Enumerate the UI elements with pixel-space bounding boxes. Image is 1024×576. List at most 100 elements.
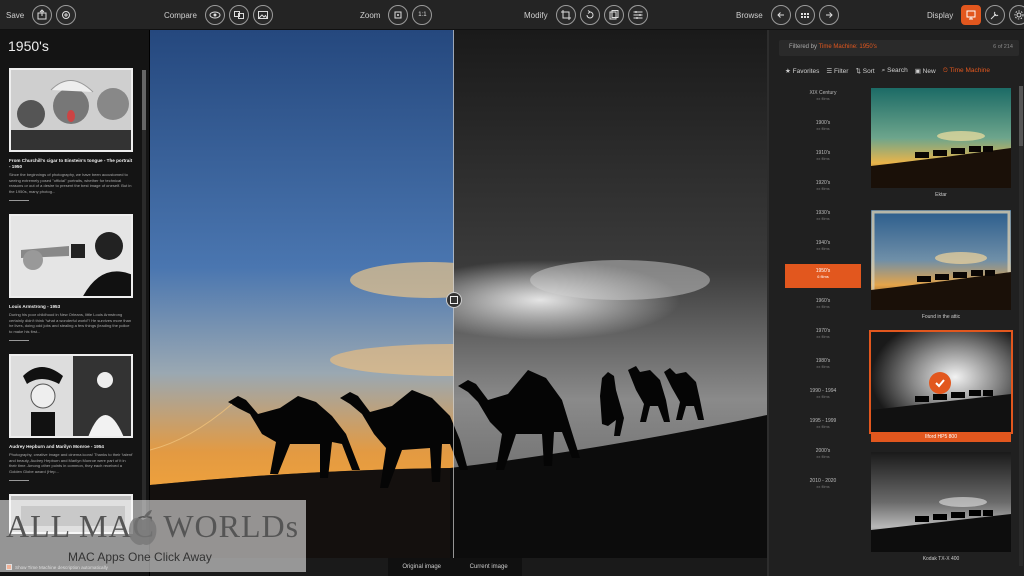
decade-name: 2010 - 2020 xyxy=(809,478,837,484)
decade-item[interactable]: 1990 - 1994 xx films xyxy=(785,384,861,408)
decade-count: xx films xyxy=(816,96,830,101)
story-caption: Louis Armstrong - 1953 xyxy=(9,304,61,309)
decade-item[interactable]: XIX Century xx films xyxy=(785,86,861,110)
preset-thumbnail[interactable]: Found in the attic xyxy=(871,210,1011,320)
new-label: New xyxy=(922,68,936,75)
decade-name: 1930's xyxy=(815,210,831,216)
adjust-button[interactable] xyxy=(627,5,648,25)
time-machine-panel: 1950's From Churchill's cigar to Einstei… xyxy=(0,30,150,576)
decade-count: xx films xyxy=(816,454,830,459)
save-export-button[interactable] xyxy=(32,5,53,25)
compare-split-handle[interactable] xyxy=(446,292,462,308)
sort-label: Sort xyxy=(862,68,875,75)
eye-icon xyxy=(209,11,221,19)
new-button[interactable]: ▣ New xyxy=(915,67,936,75)
decade-item-selected[interactable]: 1950's 6 films xyxy=(785,264,861,288)
image-icon xyxy=(257,11,268,19)
arrow-right-icon xyxy=(825,12,833,18)
copy-settings-button[interactable] xyxy=(603,5,624,25)
decade-item[interactable]: 2000's xx films xyxy=(785,444,861,468)
time-machine-button[interactable]: ⏲ Time Machine xyxy=(943,67,990,75)
decade-name: XIX Century xyxy=(809,90,837,96)
decade-item[interactable]: 1995 - 1999 xx films xyxy=(785,414,861,438)
decade-item[interactable]: 1980's xx films xyxy=(785,354,861,378)
zoom-fit-button[interactable] xyxy=(388,5,409,25)
rotate-button[interactable] xyxy=(579,5,600,25)
decade-name: 1995 - 1999 xyxy=(809,418,837,424)
previous-image-button[interactable] xyxy=(770,5,791,25)
favorites-label: Favorites xyxy=(792,68,820,75)
decade-item[interactable]: 1920's xx films xyxy=(785,176,861,200)
compare-icon xyxy=(233,11,244,19)
search-label: Search xyxy=(887,67,908,74)
crop-button[interactable] xyxy=(555,5,576,25)
monitor-icon xyxy=(966,10,976,20)
decade-count: 6 films xyxy=(817,274,829,279)
display-mode-button[interactable] xyxy=(961,5,982,25)
decade-name: 1910's xyxy=(815,150,831,156)
zoom-1-1-button[interactable]: 1:1 xyxy=(412,5,433,25)
thumbnail-scrollbar[interactable] xyxy=(1019,86,1023,566)
decade-name: 1960's xyxy=(815,298,831,304)
preset-thumbnails: Ektar Found in the attic Ilford HP5 800 … xyxy=(869,86,1015,576)
next-image-button[interactable] xyxy=(818,5,839,25)
sliders-icon xyxy=(633,11,643,19)
compare-before-button[interactable] xyxy=(252,5,273,25)
thumbnail-image xyxy=(871,88,1011,188)
selected-check-icon xyxy=(929,372,951,394)
decade-item[interactable]: 1940's xx films xyxy=(785,236,861,260)
story-item[interactable]: Louis Armstrong - 1953 During his poor c… xyxy=(9,214,133,341)
favorites-button[interactable]: ★ Favorites xyxy=(785,67,819,75)
share-icon xyxy=(62,11,71,19)
compare-side-button[interactable] xyxy=(228,5,249,25)
decade-item[interactable]: 1900's xx films xyxy=(785,116,861,140)
tools-icon xyxy=(990,11,999,20)
decade-item[interactable]: 1910's xx films xyxy=(785,146,861,170)
thumbnail-label: Found in the attic xyxy=(921,314,961,320)
decade-item[interactable]: 1960's xx films xyxy=(785,294,861,318)
story-item[interactable]: Audrey Hepburn and Marilyn Monroe - 1954… xyxy=(9,354,133,481)
compare-canvas[interactable] xyxy=(150,30,767,558)
preset-thumbnail[interactable]: Kodak TX-X 400 xyxy=(871,452,1011,562)
decade-name: 1970's xyxy=(815,328,831,334)
story-scrollbar[interactable] xyxy=(142,70,146,530)
filter-label: Filter xyxy=(834,68,849,75)
preset-thumbnail-selected[interactable]: Ilford HP5 800 xyxy=(869,330,1013,442)
copy-icon xyxy=(609,10,619,20)
story-body: During his poor childhood in New Orleans… xyxy=(9,312,132,334)
save-share-button[interactable] xyxy=(56,5,77,25)
display-label: Display xyxy=(927,10,954,20)
compare-labels: Original image Current image xyxy=(388,558,522,576)
decade-item[interactable]: 1930's xx films xyxy=(785,206,861,230)
decade-item[interactable]: 2010 - 2020 xx films xyxy=(785,474,861,498)
story-photo xyxy=(9,354,133,438)
thumbnail-image xyxy=(871,210,1011,310)
compare-group: Compare xyxy=(164,3,273,27)
display-settings-button[interactable] xyxy=(1009,5,1024,25)
grid-view-button[interactable] xyxy=(794,5,815,25)
modify-group: Modify xyxy=(524,3,648,27)
story-item[interactable]: From Churchill's cigar to Einstein's ton… xyxy=(9,68,133,201)
search-button[interactable]: ⌕ Search xyxy=(882,67,908,75)
filter-button[interactable]: ☰ Filter xyxy=(826,67,848,75)
decade-name: 1950's xyxy=(815,268,831,274)
browser-panel: Filtered by Time Machine: 1950's 6 of 21… xyxy=(767,30,1024,576)
divider xyxy=(9,480,29,481)
decade-count: xx films xyxy=(816,216,830,221)
thumbnail-image xyxy=(871,452,1011,552)
decade-item[interactable]: 1970's xx films xyxy=(785,324,861,348)
zoom-label: Zoom xyxy=(360,10,381,20)
display-group: Display xyxy=(927,3,1024,27)
display-tools-button[interactable] xyxy=(985,5,1006,25)
thumbnail-label: Ilford HP5 800 xyxy=(871,432,1011,442)
compare-split-button[interactable] xyxy=(204,5,225,25)
decade-list: XIX Century xx films 1900's xx films 1910'… xyxy=(785,86,861,556)
thumbnail-label: Kodak TX-X 400 xyxy=(922,556,960,562)
filter-value: Time Machine: 1950's xyxy=(818,44,877,50)
decade-count: xx films xyxy=(816,246,830,251)
decade-count: xx films xyxy=(816,364,830,369)
preset-thumbnail[interactable]: Ektar xyxy=(871,88,1011,198)
top-toolbar: Save Compare Zoom 1:1 Modify Browse Disp… xyxy=(0,0,1024,30)
current-image-label: Current image xyxy=(469,564,508,570)
sort-button[interactable]: ⇅ Sort xyxy=(855,67,874,75)
